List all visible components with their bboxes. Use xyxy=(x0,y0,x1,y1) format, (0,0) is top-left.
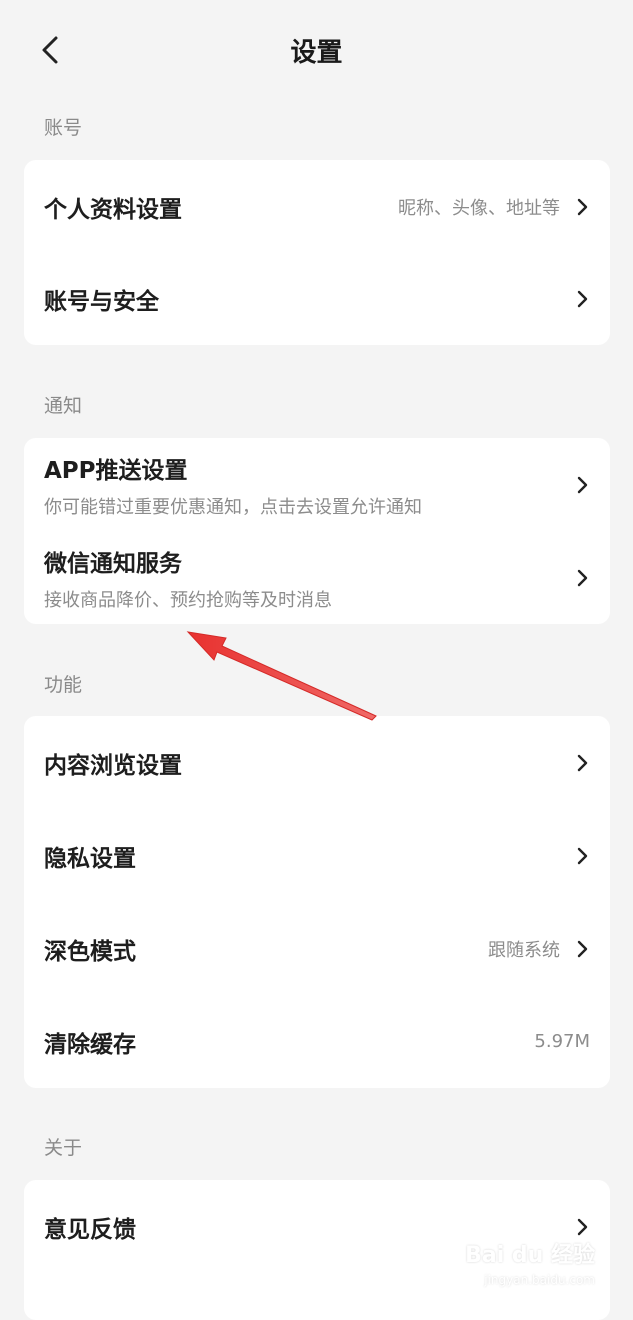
row-title: 内容浏览设置 xyxy=(44,752,182,779)
chevron-right-icon xyxy=(574,937,590,961)
row-title: 隐私设置 xyxy=(44,845,136,872)
watermark-url: jingyan.baidu.com xyxy=(484,1273,595,1287)
row-privacy-settings[interactable]: 隐私设置 xyxy=(24,809,610,902)
row-title: 账号与安全 xyxy=(44,289,159,315)
card-notifications: APP推送设置 你可能错过重要优惠通知，点击去设置允许通知 微信通知服务 接收商… xyxy=(24,438,610,624)
row-dark-mode[interactable]: 深色模式 跟随系统 xyxy=(24,902,610,995)
chevron-right-icon xyxy=(574,566,590,590)
row-app-push-settings[interactable]: APP推送设置 你可能错过重要优惠通知，点击去设置允许通知 xyxy=(24,438,610,531)
row-wechat-notification-service[interactable]: 微信通知服务 接收商品降价、预约抢购等及时消息 xyxy=(24,531,610,624)
row-hint: 跟随系统 xyxy=(488,939,560,961)
chevron-right-icon xyxy=(574,195,590,219)
section-label-notifications: 通知 xyxy=(44,395,83,417)
watermark-logo: Bai du 经验 jingyan.baidu.com xyxy=(465,1233,595,1293)
page-title: 设置 xyxy=(290,38,343,68)
row-hint: 昵称、头像、地址等 xyxy=(398,197,560,219)
row-title: 个人资料设置 xyxy=(44,196,182,223)
row-profile-settings[interactable]: 个人资料设置 昵称、头像、地址等 xyxy=(24,160,610,253)
row-title: 深色模式 xyxy=(44,938,136,965)
row-content-browsing-settings[interactable]: 内容浏览设置 xyxy=(24,716,610,809)
chevron-right-icon xyxy=(574,844,590,868)
row-subtitle: 接收商品降价、预约抢购等及时消息 xyxy=(44,589,332,611)
chevron-right-icon xyxy=(574,473,590,497)
chevron-right-icon xyxy=(574,287,590,311)
top-bar: 设置 xyxy=(0,0,633,100)
section-label-account: 账号 xyxy=(44,117,83,139)
card-account: 个人资料设置 昵称、头像、地址等 账号与安全 xyxy=(24,160,610,345)
chevron-right-icon xyxy=(574,751,590,775)
row-title: APP推送设置 xyxy=(44,457,188,484)
row-title: 微信通知服务 xyxy=(44,550,182,577)
row-clear-cache[interactable]: 清除缓存 5.97M xyxy=(24,995,610,1088)
cache-size: 5.97M xyxy=(534,1031,590,1052)
row-account-security[interactable]: 账号与安全 xyxy=(24,253,610,345)
row-title: 清除缓存 xyxy=(44,1031,136,1058)
row-title: 意见反馈 xyxy=(44,1216,136,1243)
watermark-brand: Bai du 经验 xyxy=(465,1243,595,1268)
section-label-about: 关于 xyxy=(44,1137,83,1159)
row-subtitle: 你可能错过重要优惠通知，点击去设置允许通知 xyxy=(44,496,422,518)
card-features: 内容浏览设置 隐私设置 深色模式 跟随系统 清除缓存 5.97M xyxy=(24,716,610,1088)
section-label-features: 功能 xyxy=(44,674,83,696)
